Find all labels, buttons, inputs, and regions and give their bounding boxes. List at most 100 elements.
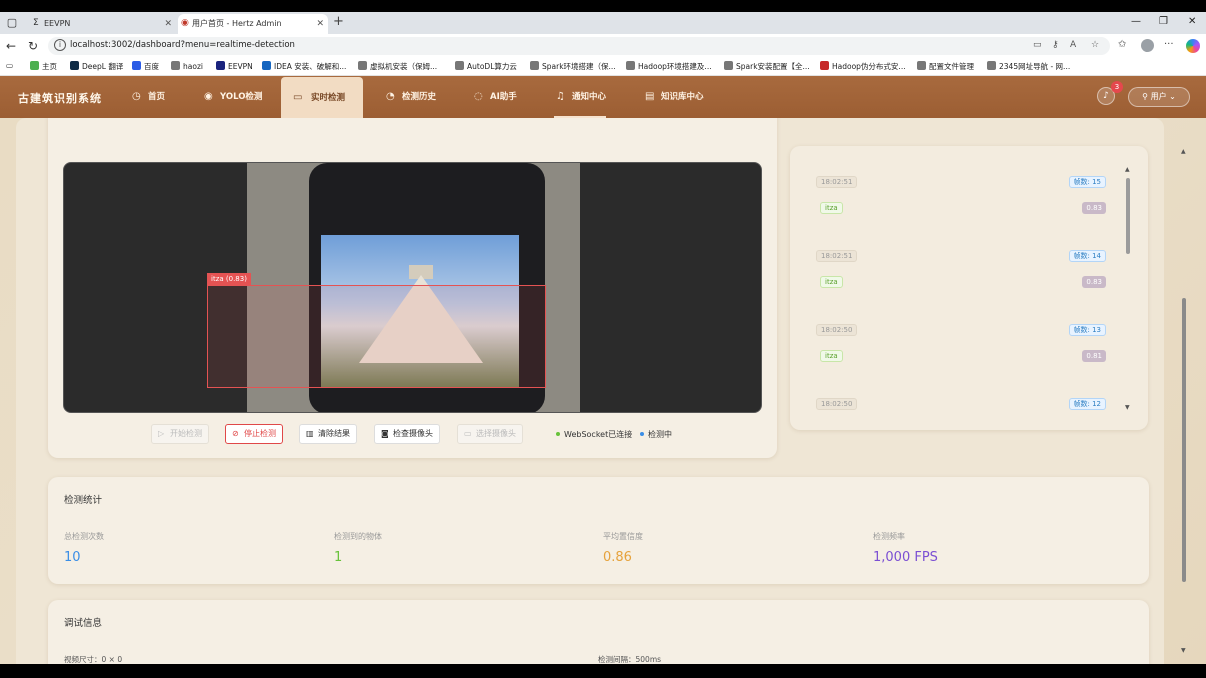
menu-ai-assistant[interactable]: ◌ AI助手: [472, 76, 517, 118]
status-dot: [640, 432, 644, 436]
bookmark-item[interactable]: 百度: [132, 61, 159, 72]
trash-icon: ▥: [306, 429, 314, 438]
globe-icon: [626, 61, 635, 70]
globe-icon: [171, 61, 180, 70]
globe-icon: [455, 61, 464, 70]
address-row: ← ↻ i localhost:3002/dashboard?menu=real…: [0, 34, 1206, 58]
clear-results-button[interactable]: ▥ 清除结果: [299, 424, 357, 444]
menu-notification-center[interactable]: ♫ 通知中心: [554, 76, 607, 118]
tab-eevpn[interactable]: Σ EEVPN ✕: [30, 14, 176, 34]
key-icon[interactable]: ⚷: [1052, 40, 1059, 50]
detection-label: itza (0.83): [207, 273, 251, 285]
close-tab-icon[interactable]: ✕: [164, 14, 172, 34]
bookmark-item[interactable]: DeepL 翻译: [70, 61, 123, 72]
page-scroll-thumb[interactable]: [1182, 298, 1186, 582]
check-camera-button[interactable]: ◙ 检查摄像头: [374, 424, 440, 444]
translate-icon[interactable]: A: [1070, 40, 1076, 50]
menu-realtime-detection[interactable]: ▭ 实时检测: [281, 77, 363, 118]
user-menu-button[interactable]: ⚲ 用户 ⌄: [1128, 87, 1190, 107]
reload-icon[interactable]: ↻: [28, 38, 38, 54]
close-tab-icon[interactable]: ✕: [316, 14, 324, 34]
main-content: itza (0.83) ▷ 开始检测 ⊘ 停止检测 ▥ 清除结果 ◙ 检查摄像头 ▭ 选择…: [0, 118, 1206, 664]
favorite-star-icon[interactable]: ☆: [1091, 40, 1099, 50]
tab-label: 用户首页 - Hertz Admin: [192, 19, 282, 28]
close-window-icon[interactable]: ✕: [1188, 16, 1196, 27]
new-tab-icon[interactable]: +: [333, 15, 344, 29]
eye-icon: ◉: [204, 91, 213, 102]
menu-knowledge-center[interactable]: ▤ 知识库中心: [643, 76, 704, 118]
url-text[interactable]: localhost:3002/dashboard?menu=realtime-d…: [70, 40, 295, 50]
globe-icon: [358, 61, 367, 70]
stat-label: 总检测次数: [64, 532, 104, 541]
favorites-icon[interactable]: ✩: [1118, 39, 1126, 50]
home-icon: [30, 61, 39, 70]
more-icon[interactable]: ···: [1164, 39, 1174, 50]
app-brand: 古建筑识别系统: [18, 92, 102, 105]
play-icon: ▷: [158, 429, 165, 438]
bookmark-item[interactable]: Hadoop环境搭建及...: [626, 61, 712, 72]
copilot-icon[interactable]: [1186, 39, 1200, 53]
bookmarks-bar: ▭ 主页 DeepL 翻译 百度 haozi EEVPN IDEA 安装、破解和…: [0, 58, 1206, 76]
profile-avatar[interactable]: [1141, 39, 1154, 52]
eevpn-icon: [216, 61, 225, 70]
dashboard-icon: ◷: [132, 91, 141, 102]
bookmark-item[interactable]: Hadoop伪分布式安...: [820, 61, 906, 72]
debug-title: 调试信息: [64, 618, 103, 629]
bookmark-item[interactable]: 2345网址导航 - 网...: [987, 61, 1070, 72]
bookmark-item[interactable]: 主页: [30, 61, 57, 72]
globe-icon: [530, 61, 539, 70]
site-info-icon[interactable]: i: [54, 39, 66, 51]
baidu-icon: [132, 61, 141, 70]
menu-home[interactable]: ◷ 首页: [130, 76, 165, 118]
globe-icon: [917, 61, 926, 70]
scroll-up-icon[interactable]: ▲: [1125, 166, 1130, 173]
list-scrollbar[interactable]: ▲ ▼: [1124, 166, 1131, 411]
list-item[interactable]: 18:02:51 帧数: 14 itza 0.83: [814, 250, 1106, 310]
tab-hertz-admin[interactable]: ◉ 用户首页 - Hertz Admin ✕: [178, 14, 328, 34]
bookmark-item[interactable]: 配置文件管理: [917, 61, 974, 72]
list-item[interactable]: 18:02:51 帧数: 15 itza 0.83: [814, 176, 1106, 236]
scroll-down-icon[interactable]: ▼: [1181, 647, 1186, 654]
bookmark-item[interactable]: 虚拟机安装（保姆...: [358, 61, 437, 72]
list-item[interactable]: 18:02:50 帧数: 13 itza 0.81: [814, 324, 1106, 384]
list-scroll-thumb[interactable]: [1126, 178, 1130, 254]
scroll-down-icon[interactable]: ▼: [1125, 404, 1130, 411]
csdn-icon: [820, 61, 829, 70]
result-confidence: 0.83: [1082, 276, 1106, 288]
minimize-icon[interactable]: —: [1131, 16, 1141, 27]
select-camera-button[interactable]: ▭ 选择摄像头: [457, 424, 523, 444]
result-frame: 帧数: 14: [1068, 250, 1106, 262]
menu-yolo-detection[interactable]: ◉ YOLO检测: [202, 76, 262, 118]
result-confidence: 0.81: [1082, 350, 1106, 362]
bookmark-item[interactable]: Spark环境搭建（保...: [530, 61, 616, 72]
bookmark-item[interactable]: IDEA 安装、破解和...: [262, 61, 346, 72]
bookmark-item[interactable]: AutoDL算力云: [455, 61, 517, 72]
menu-detection-history[interactable]: ◔ 检测历史: [384, 76, 436, 118]
globe-icon: [724, 61, 733, 70]
detection-box: [207, 285, 546, 388]
scroll-up-icon[interactable]: ▲: [1181, 148, 1186, 155]
video-icon: ▭: [293, 92, 303, 103]
result-frame: 帧数: 15: [1068, 176, 1106, 188]
video-camera-icon: ▭: [464, 429, 472, 438]
start-detection-button[interactable]: ▷ 开始检测: [151, 424, 209, 444]
deepl-icon: [70, 61, 79, 70]
address-bar[interactable]: i localhost:3002/dashboard?menu=realtime…: [48, 37, 1110, 55]
page-scrollbar[interactable]: ▲ ▼: [1180, 142, 1188, 664]
back-icon[interactable]: ←: [6, 38, 16, 54]
stats-card: [48, 477, 1149, 584]
maximize-icon[interactable]: ❐: [1159, 16, 1168, 27]
reading-list-icon[interactable]: ▭: [6, 61, 13, 70]
history-icon: ◔: [386, 91, 395, 102]
bookmark-item[interactable]: haozi: [171, 61, 203, 71]
stat-label: 检测到的物体: [334, 532, 382, 541]
debug-frame-size: 视频尺寸：0 × 0: [64, 655, 123, 664]
bookmark-item[interactable]: Spark安装配置【全...: [724, 61, 810, 72]
tab-actions-icon[interactable]: ▢: [4, 15, 20, 31]
camera-icon[interactable]: ▭: [1033, 40, 1042, 50]
stat-value: 1: [334, 550, 343, 565]
list-item[interactable]: 18:02:50 帧数: 12: [814, 398, 1106, 430]
stop-detection-button[interactable]: ⊘ 停止检测: [225, 424, 283, 444]
bookmark-item[interactable]: EEVPN: [216, 61, 253, 71]
detection-result-list[interactable]: 18:02:51 帧数: 15 itza 0.83 18:02:51 帧数: 1…: [790, 146, 1148, 430]
